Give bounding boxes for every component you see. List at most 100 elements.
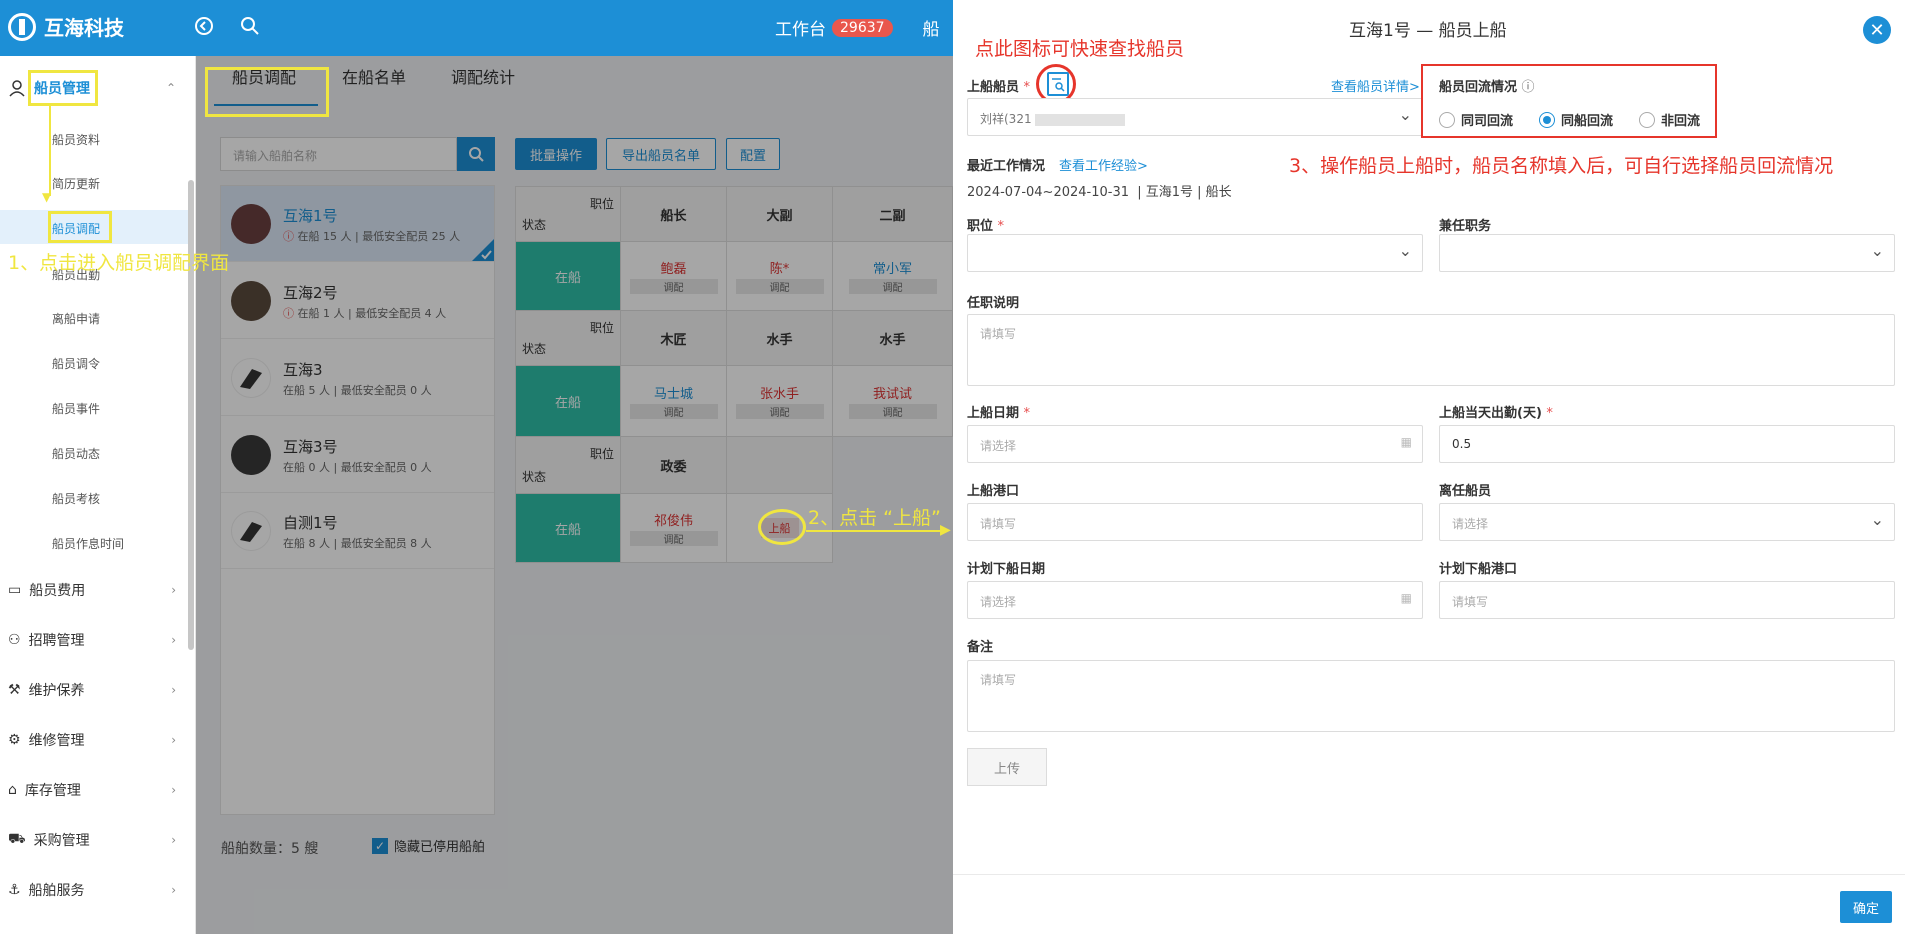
placeholder: 请选择: [980, 595, 1017, 609]
plan-date-picker[interactable]: 请选择 ▦: [967, 581, 1423, 619]
concurrent-label: 兼任职务: [1439, 219, 1492, 234]
duty-label: 任职说明: [967, 296, 1020, 311]
board-date-label: 上船日期 *: [967, 406, 1031, 421]
sidebar-group-fees[interactable]: ▭ 船员费用 ›: [0, 570, 196, 610]
annotation-box-dispatch: [48, 211, 112, 243]
sidebar-item-leave-request[interactable]: 离船申请: [52, 310, 100, 327]
view-crew-detail-link[interactable]: 查看船员详情>: [1331, 76, 1420, 95]
modal-overlay[interactable]: [196, 56, 953, 934]
leave-crew-label: 离任船员: [1439, 484, 1492, 499]
annotation-circle-board: [758, 509, 806, 545]
warehouse-icon: ⌂: [8, 782, 17, 798]
radio-circle-checked: [1539, 111, 1555, 128]
logo-icon: [8, 12, 36, 41]
board-date-picker[interactable]: 请选择 ▦: [967, 425, 1423, 463]
radio-same-ship[interactable]: 同船回流: [1539, 110, 1613, 129]
concurrent-select[interactable]: [1439, 234, 1895, 272]
plan-port-input[interactable]: 请填写: [1439, 581, 1895, 619]
radio-circle: [1439, 111, 1455, 128]
sidebar-group-label: 维修管理: [28, 733, 85, 749]
crew-label: 上船船员 *: [967, 80, 1031, 95]
leave-crew-select[interactable]: 请选择: [1439, 503, 1895, 541]
chevron-right-icon: ›: [171, 733, 176, 747]
sidebar-group-label: 招聘管理: [28, 633, 85, 649]
chevron-right-icon: ›: [171, 583, 176, 597]
view-experience-link[interactable]: 查看工作经验>: [1059, 155, 1148, 174]
user-icon: [9, 80, 25, 97]
chevron-right-icon: ›: [171, 833, 176, 847]
remark-textarea[interactable]: 请填写: [967, 660, 1895, 732]
workbench-count-badge: 29637: [832, 18, 893, 37]
sidebar-group-recruit[interactable]: ⚇ 招聘管理 ›: [0, 620, 196, 660]
app-logo[interactable]: 互海科技: [8, 12, 124, 41]
chevron-right-icon: ›: [171, 633, 176, 647]
annotation-find-tip: 点此图标可快速查找船员: [975, 38, 1185, 60]
annotation-step2: 2、点击 “上船”: [808, 507, 941, 529]
wrench-icon: ⚙: [8, 732, 21, 748]
sidebar-group-ship-service[interactable]: ⚓ 船舶服务 ›: [0, 870, 196, 910]
wallet-icon: ▭: [8, 582, 22, 598]
board-crew-drawer: 互海1号 — 船员上船 ✕ 上船船员 * 点此图标可快速查找船员 查看船员详情>…: [953, 0, 1905, 934]
plan-date-label: 计划下船日期: [967, 562, 1046, 577]
sidebar-group-inventory[interactable]: ⌂ 库存管理 ›: [0, 770, 196, 810]
sidebar-item-resume[interactable]: 简历更新: [52, 175, 100, 192]
annotation-arrow-line: [49, 106, 51, 196]
sidebar-group-maintenance[interactable]: ⚒ 维护保养 ›: [0, 670, 196, 710]
board-port-label: 上船港口: [967, 484, 1020, 499]
workbench-label: 工作台: [775, 20, 826, 40]
crew-value: 刘祥(321: [980, 112, 1032, 126]
annotation-box-tab: [205, 67, 329, 117]
tool-icon: ⚒: [8, 682, 21, 698]
upload-button[interactable]: 上传: [967, 748, 1047, 786]
chevron-right-icon: ›: [171, 783, 176, 797]
drawer-title: 互海1号 — 船员上船: [1349, 21, 1507, 41]
sidebar-item-crew-info[interactable]: 船员资料: [52, 131, 100, 148]
chevron-right-icon: ›: [171, 683, 176, 697]
sidebar-item-assessment[interactable]: 船员考核: [52, 490, 100, 507]
footer-divider: [953, 874, 1905, 875]
sidebar-item-transfer-order[interactable]: 船员调令: [52, 355, 100, 372]
close-icon[interactable]: ✕: [1863, 16, 1891, 44]
annotation-arrow-line: [806, 530, 946, 532]
top-menu-partial[interactable]: 船: [923, 15, 940, 40]
sidebar-group-label: 库存管理: [24, 783, 81, 799]
annotation-step3: 3、操作船员上船时，船员名称填入后，可自行选择船员回流情况: [1289, 155, 1834, 177]
annotation-step1: 1、点击进入船员调配界面: [8, 252, 230, 274]
placeholder: 请选择: [980, 439, 1017, 453]
help-icon: ⓘ: [1521, 80, 1535, 95]
chevron-up-icon: ⌃: [165, 81, 176, 95]
calendar-icon: ▦: [1400, 435, 1412, 449]
crew-select[interactable]: 刘祥(321: [967, 98, 1423, 136]
sidebar-group-label: 船员费用: [29, 583, 86, 599]
app-name: 互海科技: [44, 16, 124, 40]
masked-text: [1035, 113, 1126, 126]
workbench-link[interactable]: 工作台 29637 船: [775, 15, 940, 40]
sidebar-group-label: 采购管理: [33, 833, 90, 849]
board-port-input[interactable]: 请填写: [967, 503, 1423, 541]
sidebar-group-label: 船舶服务: [28, 883, 85, 899]
radio-label: 同司回流: [1461, 114, 1514, 129]
board-attend-label: 上船当天出勤(天) *: [1439, 406, 1553, 421]
radio-same-company[interactable]: 同司回流: [1439, 110, 1513, 129]
chevron-right-icon: ›: [171, 883, 176, 897]
sidebar-group-purchase[interactable]: ⛟ 采购管理 ›: [0, 820, 196, 860]
sidebar-item-events[interactable]: 船员事件: [52, 400, 100, 417]
confirm-button[interactable]: 确定: [1840, 891, 1892, 923]
position-label: 职位 *: [967, 219, 1005, 234]
annotation-arrow-head: ▶: [940, 522, 951, 538]
sidebar-item-dynamics[interactable]: 船员动态: [52, 445, 100, 462]
back-icon[interactable]: [192, 14, 216, 38]
sidebar-group-repair[interactable]: ⚙ 维修管理 ›: [0, 720, 196, 760]
radio-circle: [1639, 111, 1655, 128]
remark-label: 备注: [967, 640, 994, 655]
sidebar-item-schedule[interactable]: 船员作息时间: [52, 535, 124, 552]
annotation-box-crew-mgmt: [28, 70, 98, 106]
duty-textarea[interactable]: 请填写: [967, 314, 1895, 386]
radio-label: 同船回流: [1561, 114, 1614, 129]
position-select[interactable]: [967, 234, 1423, 272]
radio-non-backflow[interactable]: 非回流: [1639, 110, 1700, 129]
search-icon[interactable]: [238, 14, 262, 38]
cart-icon: ⛟: [8, 831, 26, 847]
board-attend-input[interactable]: 0.5: [1439, 425, 1895, 463]
annotation-arrow-head: ▼: [42, 190, 52, 204]
